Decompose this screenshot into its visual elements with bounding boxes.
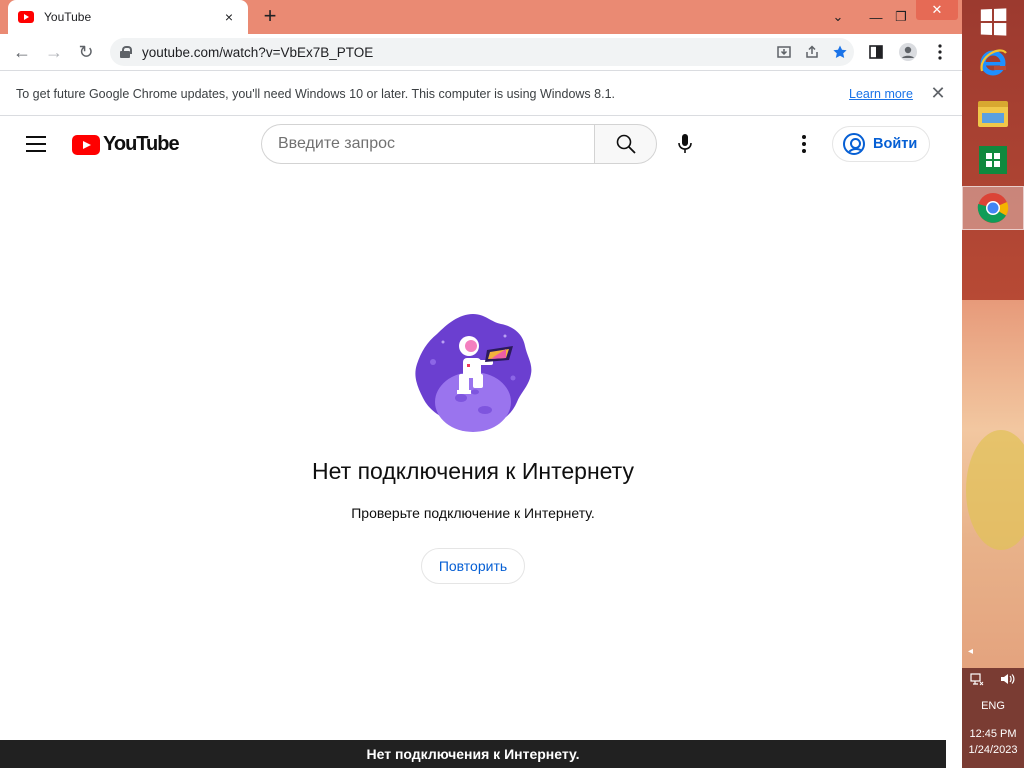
youtube-play-icon xyxy=(72,134,100,155)
youtube-logo-text: YouTube xyxy=(103,133,180,155)
tab-close-icon[interactable]: × xyxy=(220,9,238,25)
install-icon[interactable] xyxy=(770,40,798,64)
network-icon[interactable] xyxy=(970,672,984,689)
offline-toast: Нет подключения к Интернету. xyxy=(0,740,946,768)
sign-in-label: Войти xyxy=(873,136,918,152)
offline-subtitle: Проверьте подключение к Интернету. xyxy=(351,505,595,521)
chrome-icon xyxy=(977,193,1009,223)
account-circle-icon xyxy=(843,133,865,155)
tab-title: YouTube xyxy=(44,10,92,24)
taskbar-chrome[interactable] xyxy=(962,186,1024,230)
clock-time[interactable]: 12:45 PM xyxy=(962,728,1024,740)
chrome-menu-icon[interactable] xyxy=(926,40,954,64)
internet-explorer-icon xyxy=(980,49,1007,76)
youtube-favicon-icon xyxy=(18,11,34,23)
chrome-window: YouTube × + ⌄ — ❐ ✕ ← → ↻ youtube.com/wa… xyxy=(0,0,962,768)
profile-icon[interactable] xyxy=(894,40,922,64)
share-icon[interactable] xyxy=(798,40,826,64)
youtube-logo[interactable]: YouTube xyxy=(72,133,180,156)
store-icon xyxy=(979,146,1007,174)
language-indicator[interactable]: ENG xyxy=(962,700,1024,712)
taskbar-internet-explorer[interactable] xyxy=(962,40,1024,84)
forward-button[interactable]: → xyxy=(42,40,66,64)
infobar-close-icon[interactable]: ✕ xyxy=(928,83,948,104)
search-box xyxy=(261,124,657,164)
taskbar-file-explorer[interactable] xyxy=(962,92,1024,136)
clock-date[interactable]: 1/24/2023 xyxy=(962,744,1024,756)
file-explorer-icon xyxy=(978,101,1008,127)
system-tray: ENG 12:45 PM 1/24/2023 xyxy=(962,668,1024,768)
voice-search-button[interactable] xyxy=(671,130,699,158)
minimize-button[interactable]: — xyxy=(862,0,890,34)
search-button[interactable] xyxy=(594,124,657,164)
learn-more-link[interactable]: Learn more xyxy=(849,87,913,101)
window-close-button[interactable]: ✕ xyxy=(916,0,958,20)
start-button[interactable] xyxy=(962,0,1024,44)
browser-toolbar: ← → ↻ youtube.com/watch?v=VbEx7B_PTOE xyxy=(0,34,962,70)
new-tab-button[interactable]: + xyxy=(258,5,282,29)
lock-icon[interactable] xyxy=(120,46,132,58)
taskbar-store[interactable] xyxy=(962,138,1024,182)
settings-kebab-icon[interactable] xyxy=(792,132,816,156)
tab-youtube[interactable]: YouTube × xyxy=(8,0,248,34)
menu-icon[interactable] xyxy=(26,136,46,152)
update-infobar: To get future Google Chrome updates, you… xyxy=(0,70,962,116)
search-icon xyxy=(616,134,636,154)
back-button[interactable]: ← xyxy=(10,40,34,64)
address-url[interactable]: youtube.com/watch?v=VbEx7B_PTOE xyxy=(142,45,770,60)
reload-button[interactable]: ↻ xyxy=(74,40,98,64)
offline-title: Нет подключения к Интернету xyxy=(312,458,634,484)
windows-taskbar: ◂ ENG 12:45 PM 1/24/2023 xyxy=(962,0,1024,768)
tray-overflow-icon[interactable]: ◂ xyxy=(968,646,973,657)
astronaut-offline-illustration xyxy=(415,314,532,432)
tab-search-button[interactable]: ⌄ xyxy=(826,0,850,34)
microphone-icon xyxy=(678,134,692,153)
restore-button[interactable]: ❐ xyxy=(890,0,912,34)
sign-in-button[interactable]: Войти xyxy=(832,126,930,162)
side-panel-icon[interactable] xyxy=(862,40,890,64)
volume-icon[interactable] xyxy=(1000,672,1016,689)
windows-logo-icon xyxy=(980,8,1007,36)
bookmark-star-icon[interactable] xyxy=(826,40,854,64)
youtube-header: YouTube Войти xyxy=(0,117,962,173)
search-input[interactable] xyxy=(261,124,594,164)
infobar-message: To get future Google Chrome updates, you… xyxy=(16,87,615,101)
tab-strip: YouTube × + ⌄ — ❐ ✕ xyxy=(0,0,962,34)
retry-button[interactable]: Повторить xyxy=(421,548,525,584)
address-bar[interactable]: youtube.com/watch?v=VbEx7B_PTOE xyxy=(110,38,854,66)
